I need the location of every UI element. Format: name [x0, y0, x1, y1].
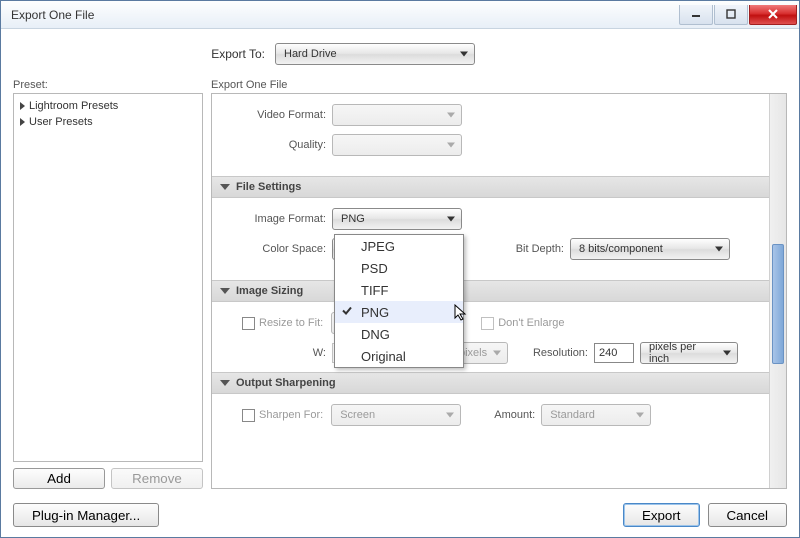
image-format-dropdown[interactable]: PNG	[332, 208, 462, 230]
chevron-down-icon	[715, 247, 723, 252]
section-title: File Settings	[236, 181, 301, 193]
export-to-row: Export To: Hard Drive	[13, 35, 787, 79]
option-dng[interactable]: DNG	[335, 323, 463, 345]
preset-item-lightroom[interactable]: Lightroom Presets	[16, 98, 200, 114]
maximize-button[interactable]	[714, 5, 748, 25]
image-format-options: JPEG PSD TIFF PNG DNG Original	[334, 234, 464, 368]
window-title: Export One File	[1, 8, 678, 22]
settings-pane: Video Format: Quality:	[211, 93, 787, 489]
maximize-icon	[726, 9, 736, 19]
resolution-label: Resolution:	[508, 347, 594, 359]
chevron-down-icon	[460, 52, 468, 57]
section-file-settings[interactable]: File Settings	[212, 176, 786, 198]
preset-item-label: Lightroom Presets	[29, 100, 118, 112]
sharpen-checkbox[interactable]	[242, 409, 255, 422]
option-tiff[interactable]: TIFF	[335, 279, 463, 301]
settings-label: Export One File	[211, 79, 787, 91]
dont-enlarge-label: Don't Enlarge	[498, 317, 564, 329]
resize-checkbox[interactable]	[242, 317, 255, 330]
dimensions-row: W: 1000 H: 1000 pixels Resolution: 240 p…	[212, 338, 786, 368]
check-icon	[341, 305, 353, 320]
resolution-input[interactable]: 240	[594, 343, 634, 363]
video-format-label: Video Format:	[212, 109, 332, 121]
triangle-down-icon	[220, 184, 230, 190]
color-space-label: Color Space:	[212, 243, 332, 255]
window-controls	[678, 5, 797, 25]
dont-enlarge-checkbox	[481, 317, 494, 330]
triangle-right-icon	[20, 102, 25, 110]
bit-depth-value: 8 bits/component	[579, 243, 663, 255]
video-format-dropdown	[332, 104, 462, 126]
chevron-down-icon	[493, 351, 501, 356]
export-to-dropdown[interactable]: Hard Drive	[275, 43, 475, 65]
sharpen-row: Sharpen For: Screen Amount: Standard	[212, 400, 786, 430]
chevron-down-icon	[723, 351, 731, 356]
chevron-down-icon	[447, 217, 455, 222]
preset-item-label: User Presets	[29, 116, 93, 128]
chevron-down-icon	[447, 113, 455, 118]
amount-label: Amount:	[461, 409, 541, 421]
option-png[interactable]: PNG	[335, 301, 463, 323]
preset-item-user[interactable]: User Presets	[16, 114, 200, 130]
dialog-content: Export To: Hard Drive Preset: Lightroom …	[1, 29, 799, 537]
middle-area: Preset: Lightroom Presets User Presets A…	[13, 79, 787, 489]
settings-column: Export One File Video Format: Quality:	[211, 79, 787, 489]
color-space-row: Color Space: Bit Depth: 8 bits/component	[212, 234, 786, 264]
preset-label: Preset:	[13, 79, 203, 91]
export-to-value: Hard Drive	[284, 48, 337, 60]
add-preset-button[interactable]: Add	[13, 468, 105, 489]
image-format-value: PNG	[341, 213, 365, 225]
bit-depth-dropdown[interactable]: 8 bits/component	[570, 238, 730, 260]
export-dialog: Export One File Export To: Hard Drive Pr…	[0, 0, 800, 538]
minimize-icon	[691, 9, 701, 19]
w-label: W:	[212, 347, 332, 359]
sharpen-for-label: Sharpen For:	[259, 409, 323, 421]
triangle-down-icon	[220, 380, 230, 386]
export-to-label: Export To:	[13, 47, 275, 61]
export-button[interactable]: Export	[623, 503, 700, 527]
close-icon	[767, 8, 779, 20]
preset-buttons: Add Remove	[13, 468, 203, 489]
video-quality-label: Quality:	[212, 139, 332, 151]
resolution-unit-dropdown[interactable]: pixels per inch	[640, 342, 738, 364]
scrollbar[interactable]	[769, 94, 786, 488]
plugin-manager-button[interactable]: Plug-in Manager...	[13, 503, 159, 527]
option-psd[interactable]: PSD	[335, 257, 463, 279]
triangle-right-icon	[20, 118, 25, 126]
option-jpeg[interactable]: JPEG	[335, 235, 463, 257]
image-format-label: Image Format:	[212, 213, 332, 225]
video-quality-row: Quality:	[212, 130, 786, 160]
chevron-down-icon	[636, 413, 644, 418]
section-image-sizing[interactable]: Image Sizing	[212, 280, 786, 302]
titlebar: Export One File	[1, 1, 799, 29]
resize-row: Resize to Fit: Don't Enlarge	[212, 308, 786, 338]
video-quality-dropdown	[332, 134, 462, 156]
cursor-icon	[454, 304, 468, 325]
cancel-button[interactable]: Cancel	[708, 503, 788, 527]
bit-depth-label: Bit Depth:	[462, 243, 570, 255]
section-title: Image Sizing	[236, 285, 303, 297]
image-format-row: Image Format: PNG	[212, 204, 786, 234]
scrollbar-thumb[interactable]	[772, 244, 784, 364]
preset-column: Preset: Lightroom Presets User Presets A…	[13, 79, 203, 489]
video-format-row: Video Format:	[212, 100, 786, 130]
resize-label: Resize to Fit:	[259, 317, 323, 329]
chevron-down-icon	[446, 413, 454, 418]
chevron-down-icon	[447, 143, 455, 148]
section-title: Output Sharpening	[236, 377, 336, 389]
close-button[interactable]	[749, 5, 797, 25]
option-original[interactable]: Original	[335, 345, 463, 367]
remove-preset-button: Remove	[111, 468, 203, 489]
minimize-button[interactable]	[679, 5, 713, 25]
preset-list[interactable]: Lightroom Presets User Presets	[13, 93, 203, 462]
dialog-footer: Plug-in Manager... Export Cancel	[13, 489, 787, 527]
sharpen-for-dropdown: Screen	[331, 404, 461, 426]
section-output-sharpening[interactable]: Output Sharpening	[212, 372, 786, 394]
triangle-down-icon	[220, 288, 230, 294]
amount-dropdown: Standard	[541, 404, 651, 426]
